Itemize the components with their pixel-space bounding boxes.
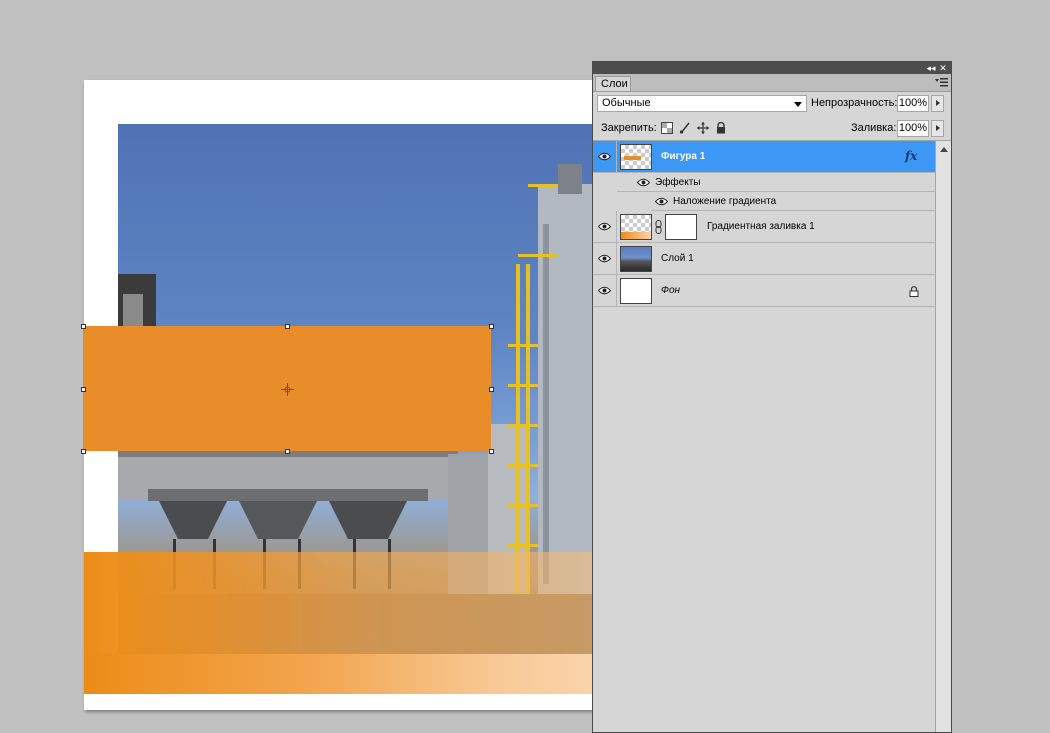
eye-icon[interactable] (655, 197, 668, 206)
layers-panel: ◂◂ ✕ Слои Обычные Непрозрачность: 100% З… (592, 61, 952, 733)
layer-thumbnail-background (620, 278, 652, 304)
lock-icon[interactable] (715, 122, 727, 134)
eye-icon (598, 222, 611, 231)
layer-thumbnail-photo (620, 246, 652, 272)
layer-row-background[interactable]: Фон (593, 275, 935, 307)
chevron-down-icon (794, 102, 802, 107)
opacity-label: Непрозрачность: (811, 97, 898, 109)
eye-icon (598, 286, 611, 295)
transform-center-icon[interactable] (281, 383, 294, 396)
gradient-fill-band (84, 654, 600, 694)
blend-mode-value: Обычные (602, 97, 651, 109)
opacity-input[interactable]: 100% (897, 95, 929, 112)
effect-gradient-overlay-row[interactable]: Наложение градиента (651, 192, 935, 211)
collapse-icon[interactable]: ◂◂ (925, 62, 937, 74)
lock-label: Закрепить: (601, 122, 657, 134)
gradient-overlay-label: Наложение градиента (673, 196, 777, 207)
lock-icon (909, 286, 919, 297)
brush-icon[interactable] (679, 122, 691, 134)
eye-icon (598, 152, 611, 161)
layer-effects-row[interactable]: Эффекты (617, 173, 935, 192)
panel-titlebar: ◂◂ ✕ (593, 62, 951, 74)
opacity-stepper[interactable] (931, 95, 944, 112)
transform-handle-bc[interactable] (285, 449, 290, 454)
scroll-up-icon[interactable] (940, 147, 948, 152)
transform-handle-tr[interactable] (489, 324, 494, 329)
layer-name[interactable]: Слой 1 (661, 252, 694, 266)
thumbnail-gradient-bar (621, 232, 651, 239)
lock-fill-row: Закрепить: Заливка: 100% (593, 118, 951, 141)
thumbnail-orange-bar (624, 156, 641, 160)
blend-mode-select[interactable]: Обычные (597, 95, 807, 112)
transform-handle-tc[interactable] (285, 324, 290, 329)
layer-thumbnail-gradient (620, 214, 652, 240)
chain-link-icon[interactable] (655, 220, 662, 234)
panel-tab-row: Слои (593, 74, 951, 92)
panel-menu-icon[interactable] (935, 77, 948, 87)
move-icon[interactable] (697, 122, 709, 134)
transform-handle-tl[interactable] (81, 324, 86, 329)
layers-scrollbar[interactable] (935, 141, 951, 732)
close-icon[interactable]: ✕ (937, 62, 949, 74)
fill-input[interactable]: 100% (897, 120, 929, 137)
tab-layers[interactable]: Слои (595, 76, 631, 91)
layer-name[interactable]: Градиентная заливка 1 (707, 220, 815, 234)
layer-name[interactable]: Фон (661, 284, 680, 298)
visibility-toggle[interactable] (593, 243, 617, 274)
layer-row-shape[interactable]: Фигура 1 fx (593, 141, 935, 173)
layer-row-photo[interactable]: Слой 1 (593, 243, 935, 275)
layer-mask-thumbnail[interactable] (665, 214, 697, 240)
eye-icon[interactable] (637, 178, 650, 187)
layer-thumbnail-shape (620, 144, 652, 170)
layer-row-gradient-fill[interactable]: Градиентная заливка 1 (593, 211, 935, 243)
layer-name[interactable]: Фигура 1 (661, 150, 705, 164)
fill-stepper[interactable] (931, 120, 944, 137)
layer-list: Фигура 1 fx Эффекты Наложение градиента (593, 141, 935, 732)
visibility-toggle[interactable] (593, 141, 617, 172)
visibility-toggle[interactable] (593, 275, 617, 306)
transform-handle-br[interactable] (489, 449, 494, 454)
eye-icon (598, 254, 611, 263)
visibility-toggle[interactable] (593, 211, 617, 242)
fill-label: Заливка: (851, 122, 897, 134)
transparency-lock-icon[interactable] (661, 122, 673, 134)
transform-handle-mr[interactable] (489, 387, 494, 392)
blend-opacity-row: Обычные Непрозрачность: 100% (593, 93, 951, 115)
effects-label: Эффекты (655, 177, 701, 188)
transform-handle-ml[interactable] (81, 387, 86, 392)
fx-icon[interactable]: fx (905, 149, 917, 163)
transform-handle-bl[interactable] (81, 449, 86, 454)
